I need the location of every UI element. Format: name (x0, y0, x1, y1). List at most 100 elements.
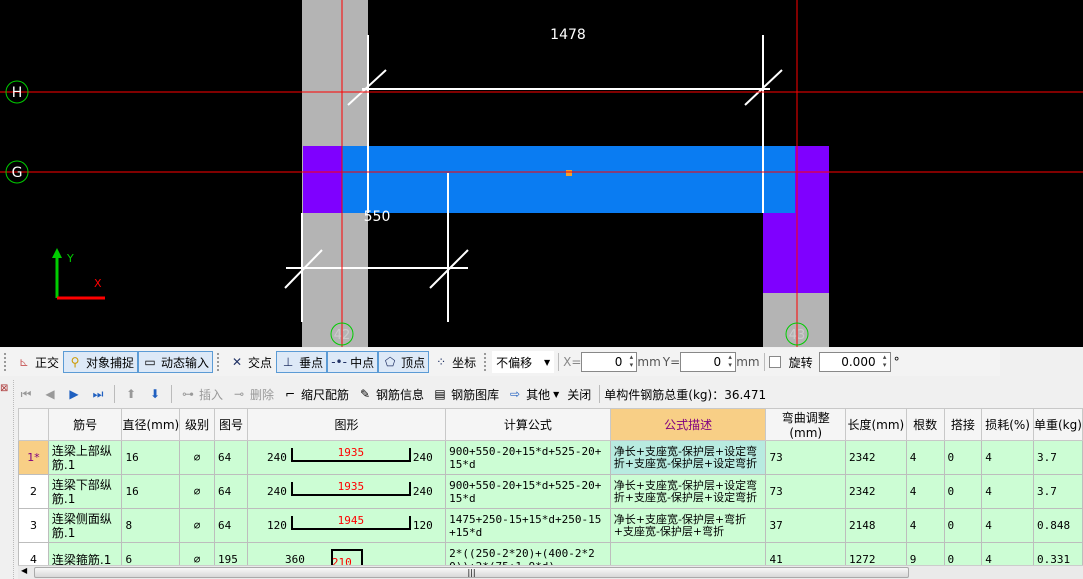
table-row[interactable]: 4 连梁箍筋.1 6 ⌀ 195 360 210 2*((250-2*20)+(4… (18, 542, 1083, 565)
cell-grade[interactable]: ⌀ (179, 508, 215, 543)
cell-figure-no[interactable]: 64 (213, 474, 248, 509)
cell-lap[interactable]: 0 (943, 474, 983, 509)
scale-rebar-button[interactable]: ⌐ 缩尺配筋 (278, 383, 353, 405)
cad-canvas[interactable]: 1478 550 H G 42 43 Y X (0, 0, 1083, 347)
col-header[interactable]: 弯曲调整(mm) (765, 408, 847, 441)
cell-formula[interactable]: 1475+250-15+15*d+250-15+15*d (445, 508, 611, 543)
cell-length[interactable]: 1272 (845, 542, 907, 565)
close-panel-icon[interactable]: ⊠ (0, 383, 8, 394)
x-input[interactable]: 0 (581, 352, 638, 372)
cell-diameter[interactable]: 16 (121, 474, 181, 509)
cell-bend[interactable]: 73 (765, 440, 847, 475)
row-header[interactable]: 1* (18, 440, 49, 475)
cell-formula[interactable]: 900+550-20+15*d+525-20+15*d (445, 474, 611, 509)
cell-description[interactable]: 净长+支座宽-保护层+弯折+支座宽-保护层+弯折 (609, 508, 767, 543)
insert-button[interactable]: ⊶ 插入 (176, 383, 227, 405)
next-button[interactable]: ▶ (62, 383, 86, 405)
cell-count[interactable]: 4 (905, 440, 945, 475)
table-row[interactable]: 2 连梁下部纵筋.1 16 ⌀ 64 240 1935 240 900+550-20… (18, 474, 1083, 509)
cell-lap[interactable]: 0 (943, 542, 983, 565)
cell-grade[interactable]: ⌀ (179, 542, 215, 565)
col-header[interactable]: 图形 (246, 408, 447, 441)
cell-bend[interactable]: 73 (765, 474, 847, 509)
cell-loss[interactable]: 4 (981, 542, 1034, 565)
toolbar-grip[interactable] (4, 353, 8, 371)
cell-weight[interactable]: 0.848 (1032, 508, 1083, 543)
cell-weight[interactable]: 0.331 (1032, 542, 1083, 565)
col-header[interactable]: 计算公式 (445, 408, 611, 441)
cell-name[interactable]: 连梁下部纵筋.1 (47, 474, 123, 509)
row-header[interactable]: 4 (18, 542, 49, 565)
cell-description[interactable]: 净长+支座宽-保护层+设定弯折+支座宽-保护层+设定弯折 (609, 474, 767, 509)
beam-grip[interactable] (566, 170, 572, 176)
move-down-button[interactable]: ⬇ (143, 383, 167, 405)
panel-grip[interactable]: ⊠ (0, 380, 14, 579)
scroll-left-icon[interactable]: ◀ (21, 566, 27, 575)
horizontal-scrollbar[interactable]: ◀ ||| (18, 565, 1083, 579)
last-button[interactable]: ⏭ (86, 383, 110, 405)
dynamic-input-button[interactable]: ▭ 动态输入 (138, 351, 214, 373)
cell-length[interactable]: 2342 (845, 474, 907, 509)
perpendicular-button[interactable]: ⊥ 垂点 (276, 351, 328, 373)
ortho-button[interactable]: ⊾ 正交 (12, 351, 63, 373)
cell-name[interactable]: 连梁侧面纵筋.1 (47, 508, 123, 543)
cell-shape[interactable]: 120 1945 120 (246, 508, 447, 543)
prev-button[interactable]: ◀ (38, 383, 62, 405)
cell-lap[interactable]: 0 (943, 440, 983, 475)
cell-weight[interactable]: 3.7 (1032, 440, 1083, 475)
col-header[interactable]: 图号 (213, 408, 248, 441)
col-header[interactable]: 根数 (905, 408, 945, 441)
cell-length[interactable]: 2148 (845, 508, 907, 543)
rebar-info-button[interactable]: ✎ 钢筋信息 (353, 383, 428, 405)
cell-shape[interactable]: 240 1935 240 (246, 440, 447, 475)
rebar-library-button[interactable]: ▤ 钢筋图库 (428, 383, 503, 405)
cell-description[interactable]: 净长+支座宽-保护层+设定弯折+支座宽-保护层+设定弯折 (609, 440, 767, 475)
col-header[interactable]: 级别 (179, 408, 215, 441)
col-header[interactable]: 公式描述 (609, 408, 767, 441)
cell-diameter[interactable]: 8 (121, 508, 181, 543)
cell-name[interactable]: 连梁箍筋.1 (47, 542, 123, 565)
cell-loss[interactable]: 4 (981, 440, 1034, 475)
cell-loss[interactable]: 4 (981, 508, 1034, 543)
col-header[interactable]: 损耗(%) (981, 408, 1034, 441)
col-header[interactable]: 直径(mm) (121, 408, 181, 441)
vertex-button[interactable]: ⬠ 顶点 (378, 351, 430, 373)
cell-figure-no[interactable]: 64 (213, 508, 248, 543)
col-header[interactable]: 单重(kg) (1032, 408, 1083, 441)
cell-figure-no[interactable]: 64 (213, 440, 248, 475)
table-row[interactable]: 1* 连梁上部纵筋.1 16 ⌀ 64 240 1935 240 900+550-2… (18, 440, 1083, 475)
beam[interactable] (303, 146, 829, 213)
scrollbar-thumb[interactable]: ||| (34, 567, 909, 578)
cell-shape[interactable]: 240 1935 240 (246, 474, 447, 509)
delete-button[interactable]: ⊸ 删除 (227, 383, 278, 405)
close-button[interactable]: 关闭 (563, 383, 595, 405)
row-header[interactable]: 3 (18, 508, 49, 543)
cell-formula[interactable]: 2*((250-2*20)+(400-2*20))+2*(75+1.9*d) (445, 542, 611, 565)
cell-description[interactable] (609, 542, 767, 565)
cell-formula[interactable]: 900+550-20+15*d+525-20+15*d (445, 440, 611, 475)
row-header[interactable]: 2 (18, 474, 49, 509)
intersection-button[interactable]: ✕ 交点 (225, 351, 276, 373)
rotate-checkbox[interactable] (768, 356, 781, 368)
cell-bend[interactable]: 37 (765, 508, 847, 543)
cell-count[interactable]: 4 (905, 474, 945, 509)
cell-bend[interactable]: 41 (765, 542, 847, 565)
cell-lap[interactable]: 0 (943, 508, 983, 543)
table-row[interactable]: 3 连梁侧面纵筋.1 8 ⌀ 64 120 1945 120 1475+250-15… (18, 508, 1083, 543)
col-header[interactable]: 筋号 (47, 408, 123, 441)
other-button[interactable]: ⇨ 其他 ▼ (503, 383, 563, 405)
cell-figure-no[interactable]: 195 (213, 542, 248, 565)
y-input[interactable]: 0 (680, 352, 737, 372)
cell-weight[interactable]: 3.7 (1032, 474, 1083, 509)
cell-diameter[interactable]: 16 (121, 440, 181, 475)
cell-grade[interactable]: ⌀ (179, 440, 215, 475)
cell-loss[interactable]: 4 (981, 474, 1034, 509)
first-button[interactable]: ⏮ (14, 383, 38, 405)
coordinate-button[interactable]: ⁘ 坐标 (429, 351, 480, 373)
object-snap-button[interactable]: ⚲ 对象捕捉 (63, 351, 139, 373)
col-header[interactable]: 搭接 (943, 408, 983, 441)
offset-select[interactable]: 不偏移 ▼ (492, 351, 555, 373)
cell-count[interactable]: 9 (905, 542, 945, 565)
cell-grade[interactable]: ⌀ (179, 474, 215, 509)
cell-name[interactable]: 连梁上部纵筋.1 (47, 440, 123, 475)
